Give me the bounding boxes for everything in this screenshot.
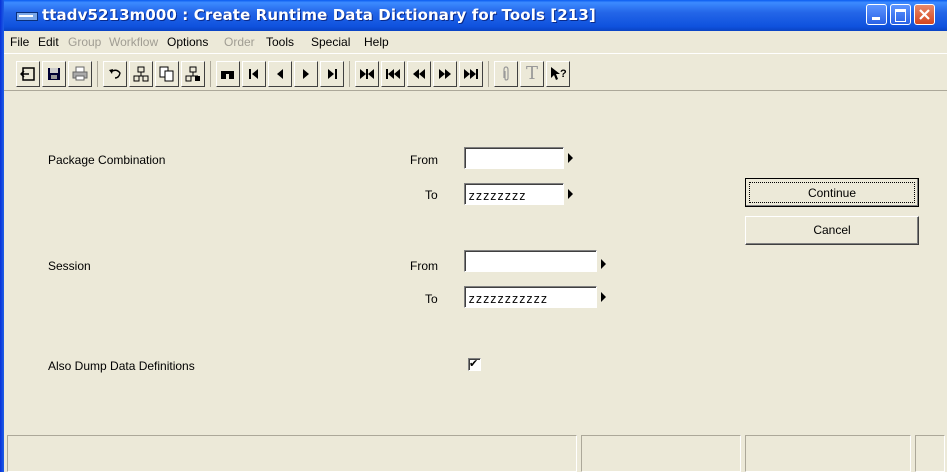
previous-page-icon xyxy=(386,69,400,79)
last-record-icon xyxy=(328,69,337,79)
minimize-button[interactable] xyxy=(866,4,887,25)
page-forward-icon xyxy=(439,69,451,79)
menu-edit[interactable]: Edit xyxy=(38,35,59,49)
window-title: ttadv5213m000 : Create Runtime Data Dict… xyxy=(42,6,596,24)
save-button[interactable] xyxy=(42,61,66,87)
next-record-button[interactable] xyxy=(294,61,318,87)
last-page-button[interactable] xyxy=(459,61,483,87)
cancel-button[interactable]: Cancel xyxy=(745,216,919,245)
save-icon xyxy=(48,68,60,80)
menu-tools[interactable]: Tools xyxy=(266,35,294,49)
exit-icon xyxy=(20,67,35,81)
text-button[interactable]: T xyxy=(520,61,544,87)
toolbar-separator xyxy=(210,61,211,87)
first-record-button[interactable] xyxy=(242,61,266,87)
session-from-label: From xyxy=(410,259,438,273)
last-record-button[interactable] xyxy=(320,61,344,87)
first-page-button[interactable] xyxy=(355,61,379,87)
find-button[interactable] xyxy=(216,61,240,87)
maximize-icon xyxy=(895,9,906,22)
package-to-zoom-arrow-icon[interactable] xyxy=(568,189,573,199)
first-record-icon xyxy=(249,69,258,79)
page-back-icon xyxy=(413,69,425,79)
continue-button-label: Continue xyxy=(749,182,915,203)
menu-options[interactable]: Options xyxy=(167,35,208,49)
help-pointer-icon: ? xyxy=(551,67,567,80)
menu-workflow[interactable]: Workflow xyxy=(109,35,158,49)
print-button[interactable] xyxy=(68,61,92,87)
copy-button[interactable] xyxy=(155,61,179,87)
help-pointer-button[interactable]: ? xyxy=(546,61,570,87)
previous-record-icon xyxy=(277,69,283,79)
exit-button[interactable] xyxy=(16,61,40,87)
package-combination-label: Package Combination xyxy=(48,153,166,167)
text-icon: T xyxy=(526,63,539,84)
find-icon xyxy=(221,71,234,79)
last-page-icon xyxy=(464,69,478,79)
print-icon xyxy=(72,66,88,81)
package-combination-to-input[interactable]: zzzzzzzz xyxy=(464,183,564,205)
dump-data-definitions-label: Also Dump Data Definitions xyxy=(48,359,195,373)
attachment-button[interactable] xyxy=(494,61,518,87)
app-icon[interactable] xyxy=(16,12,38,21)
toolbar-separator xyxy=(97,61,98,87)
menu-group[interactable]: Group xyxy=(68,35,101,49)
toolbar: T ? xyxy=(4,53,947,91)
session-from-zoom-arrow-icon[interactable] xyxy=(601,259,606,269)
first-page-icon xyxy=(360,69,374,79)
status-panel xyxy=(745,435,911,472)
continue-button[interactable]: Continue xyxy=(745,178,919,207)
dump-data-definitions-checkbox[interactable]: ✔ xyxy=(468,357,481,371)
checkmark-icon: ✔ xyxy=(469,357,479,370)
status-panel xyxy=(581,435,741,472)
previous-record-button[interactable] xyxy=(268,61,292,87)
package-combination-from-input[interactable] xyxy=(464,147,564,169)
package-from-zoom-arrow-icon[interactable] xyxy=(568,153,573,163)
menu-file[interactable]: File xyxy=(10,35,29,49)
menu-special[interactable]: Special xyxy=(311,35,350,49)
undo-button[interactable] xyxy=(103,61,127,87)
attachment-icon xyxy=(503,66,509,81)
maximize-button[interactable] xyxy=(890,4,911,25)
toolbar-separator xyxy=(488,61,489,87)
undo-icon xyxy=(109,69,121,79)
next-record-icon xyxy=(303,69,309,79)
title-bar[interactable]: ttadv5213m000 : Create Runtime Data Dict… xyxy=(0,0,947,31)
insert-record-icon xyxy=(133,66,149,82)
delete-record-button[interactable] xyxy=(181,61,205,87)
session-to-zoom-arrow-icon[interactable] xyxy=(601,292,606,302)
session-to-input[interactable]: zzzzzzzzzzz xyxy=(464,286,597,308)
session-to-label: To xyxy=(425,292,438,306)
package-from-label: From xyxy=(410,153,438,167)
copy-icon xyxy=(159,66,174,82)
minimize-icon xyxy=(872,17,880,20)
insert-record-button[interactable] xyxy=(129,61,153,87)
page-forward-button[interactable] xyxy=(433,61,457,87)
menu-order[interactable]: Order xyxy=(224,35,255,49)
menu-bar: File Edit Group Workflow Options Order T… xyxy=(4,31,947,53)
menu-help[interactable]: Help xyxy=(364,35,389,49)
status-bar xyxy=(4,435,947,472)
svg-text:?: ? xyxy=(560,68,567,80)
delete-record-icon xyxy=(185,66,200,82)
toolbar-separator xyxy=(349,61,350,87)
close-icon xyxy=(919,9,930,20)
status-panel xyxy=(915,435,945,472)
application-window: ttadv5213m000 : Create Runtime Data Dict… xyxy=(0,0,947,472)
session-label: Session xyxy=(48,259,91,273)
session-from-input[interactable] xyxy=(464,250,597,272)
package-to-label: To xyxy=(425,188,438,202)
close-button[interactable] xyxy=(914,4,935,25)
page-back-button[interactable] xyxy=(407,61,431,87)
status-panel xyxy=(7,435,577,472)
previous-page-button[interactable] xyxy=(381,61,405,87)
